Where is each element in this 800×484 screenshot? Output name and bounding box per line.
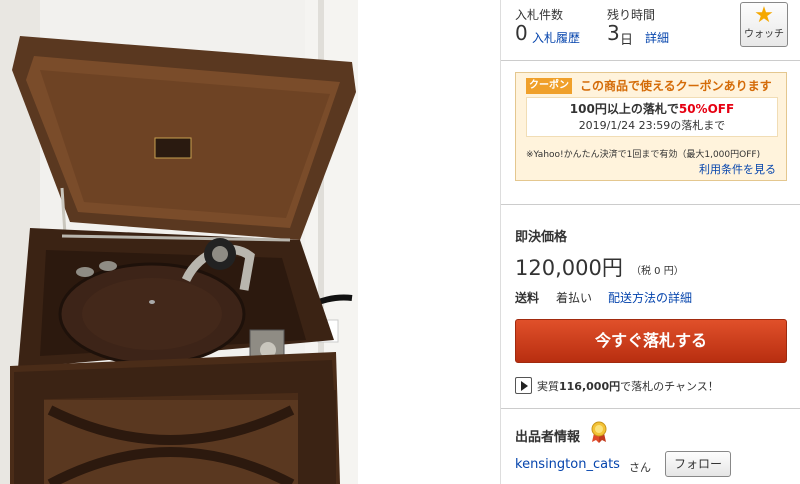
coupon-offer: 100円以上の落札で50%OFF 2019/1/24 23:59の落札まで — [526, 97, 778, 137]
buy-now-title: 即決価格 — [515, 230, 568, 245]
coupon-deadline: 2019/1/24 23:59の落札まで — [578, 119, 726, 132]
bids-count: 0 — [515, 21, 528, 45]
effective-price-prefix: 実質 — [537, 380, 559, 393]
shipping-value: 着払い — [556, 291, 593, 305]
divider — [501, 408, 800, 409]
coupon-tag: クーポン — [526, 78, 572, 94]
seller-info-title: 出品者情報 — [515, 430, 581, 445]
coupon-offer-text: 100円以上の落札で50%OFF — [527, 100, 777, 118]
coupon-box: クーポン この商品で使えるクーポンあります 100円以上の落札で50%OFF 2… — [515, 72, 787, 181]
medal-icon — [591, 421, 607, 443]
divider — [501, 60, 800, 61]
follow-button[interactable]: フォロー — [665, 451, 731, 477]
effective-price-text: 実質116,000円で落札のチャンス！ — [537, 378, 719, 394]
buy-now-button[interactable]: 今すぐ落札する — [515, 319, 787, 363]
watch-button[interactable]: ★ ウォッチ — [740, 2, 788, 47]
auction-info-panel: 入札件数 0 入札履歴 残り時間 3 日 詳細 ★ ウォッチ クーポン この商品… — [500, 0, 800, 484]
time-left-value: 3 — [607, 21, 620, 45]
listing-page: 入札件数 0 入札履歴 残り時間 3 日 詳細 ★ ウォッチ クーポン この商品… — [0, 0, 800, 484]
time-left-unit: 日 — [620, 33, 634, 48]
coupon-note: ※Yahoo!かんたん決済で1回まで有効（最大1,000円OFF) — [526, 150, 761, 160]
time-detail-link[interactable]: 詳細 — [645, 29, 669, 46]
coupon-title: この商品で使えるクーポンあります — [580, 79, 772, 93]
gramophone-photo[interactable] — [0, 0, 358, 484]
effective-price-suffix: で落札のチャンス！ — [620, 380, 719, 393]
shipping-detail-link[interactable]: 配送方法の詳細 — [608, 289, 692, 306]
divider — [501, 204, 800, 205]
gramophone-illustration — [0, 0, 358, 484]
auction-stats: 入札件数 0 入札履歴 残り時間 3 日 詳細 ★ ウォッチ — [501, 0, 800, 60]
coupon-offer-condition: 100円以上の落札で — [569, 102, 679, 116]
play-icon[interactable] — [515, 377, 532, 394]
coupon-header: クーポン この商品で使えるクーポンあります — [526, 78, 782, 94]
coupon-terms-link[interactable]: 利用条件を見る — [699, 161, 776, 177]
effective-price-amount: 116,000円 — [559, 380, 621, 393]
star-icon: ★ — [754, 3, 774, 28]
watch-label: ウォッチ — [744, 29, 784, 40]
tax-note: （税 0 円） — [631, 266, 684, 277]
product-photo-area — [0, 0, 360, 484]
seller-honorific: さん — [629, 461, 651, 474]
bid-history-link[interactable]: 入札履歴 — [532, 29, 580, 46]
shipping-label: 送料 — [515, 291, 540, 305]
seller-name-link[interactable]: kensington_cats — [515, 457, 620, 472]
buy-now-price: 120,000円 — [515, 256, 623, 280]
coupon-discount: 50%OFF — [678, 102, 735, 116]
